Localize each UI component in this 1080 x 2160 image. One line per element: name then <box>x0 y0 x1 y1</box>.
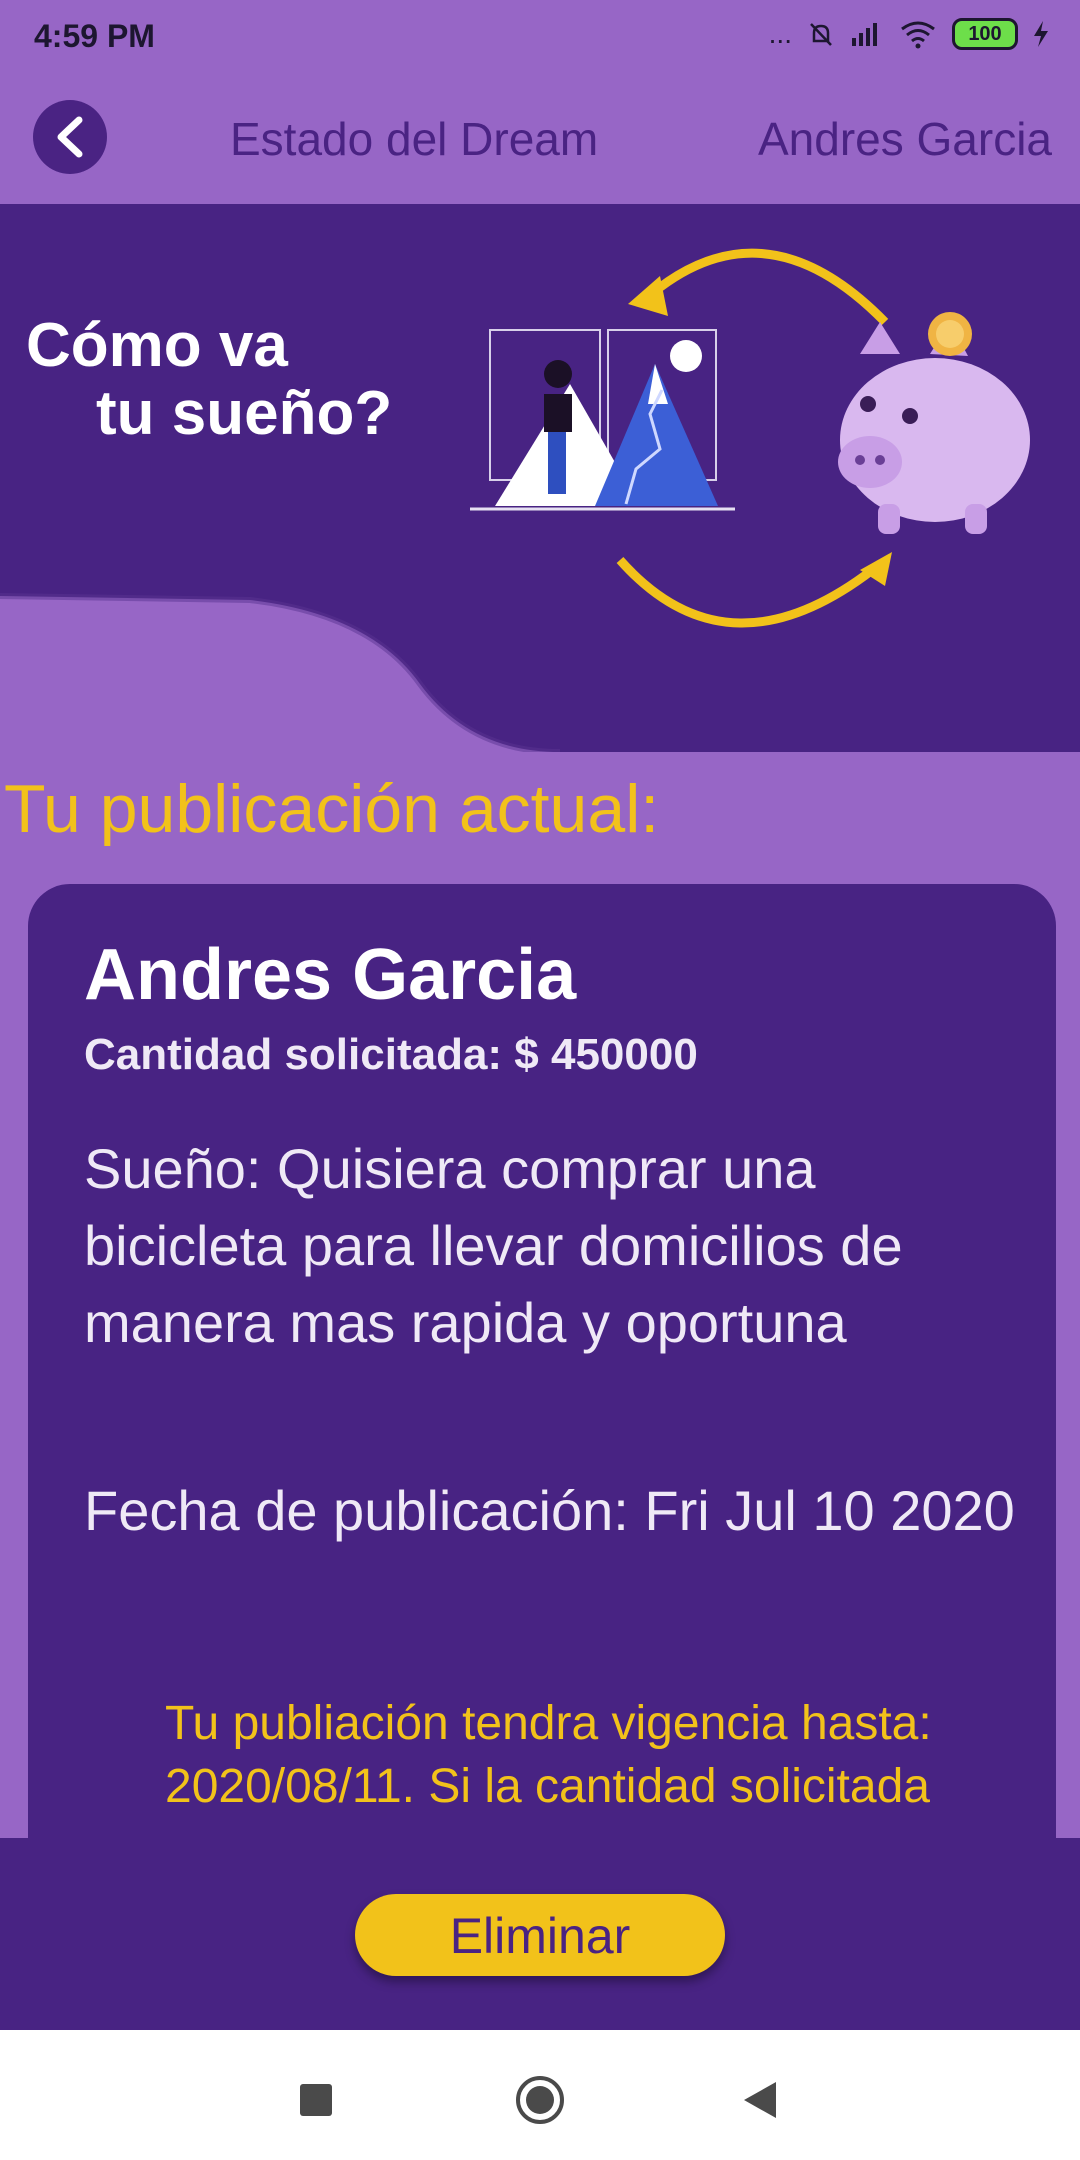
battery-indicator: 100 <box>952 18 1018 50</box>
requested-amount: Cantidad solicitada: $ 450000 <box>84 1030 698 1079</box>
status-time: 4:59 PM <box>34 18 155 54</box>
system-nav-bar <box>0 2030 1080 2160</box>
banner-text-line2: tu sueño? <box>96 379 392 448</box>
delete-button[interactable]: Eliminar <box>355 1894 725 1976</box>
more-dots-icon: ... <box>768 18 792 49</box>
section-title: Tu publicación actual: <box>4 771 660 847</box>
recents-square-icon[interactable] <box>298 2082 334 2118</box>
validity-notice: Tu publiación tendra vigencia hasta: 202… <box>165 1697 932 1813</box>
chevron-left-icon <box>57 116 83 158</box>
card-user-name: Andres Garcia <box>84 935 577 1015</box>
action-panel: Eliminar <box>0 1838 1080 2030</box>
banner-text-line1: Cómo va <box>26 311 288 380</box>
status-bar: 4:59 PM ... 100 <box>0 0 1080 78</box>
page-title: Estado del Dream <box>230 113 599 165</box>
dream-banner: Cómo va tu sueño? <box>0 204 1080 755</box>
header-user-name: Andres Garcia <box>757 113 1052 165</box>
dream-description: Sueño: Quisiera comprar una bicicleta pa… <box>84 1137 903 1354</box>
publication-date: Fecha de publicación: Fri Jul 10 2020 <box>84 1479 1015 1542</box>
publication-card: Andres Garcia Cantidad solicitada: $ 450… <box>28 884 1056 1844</box>
status-icons: ... 100 <box>769 18 1050 50</box>
charging-bolt-icon <box>1034 21 1048 47</box>
banner-illustration: Cómo va tu sueño? <box>0 204 1080 755</box>
back-triangle-icon[interactable] <box>742 2080 778 2120</box>
app-header: Estado del Dream Andres Garcia <box>0 78 1080 204</box>
home-circle-icon[interactable] <box>514 2074 566 2126</box>
back-button[interactable] <box>33 100 107 174</box>
mute-bell-icon <box>810 23 832 46</box>
wifi-icon <box>901 21 935 49</box>
signal-icon <box>852 23 877 46</box>
